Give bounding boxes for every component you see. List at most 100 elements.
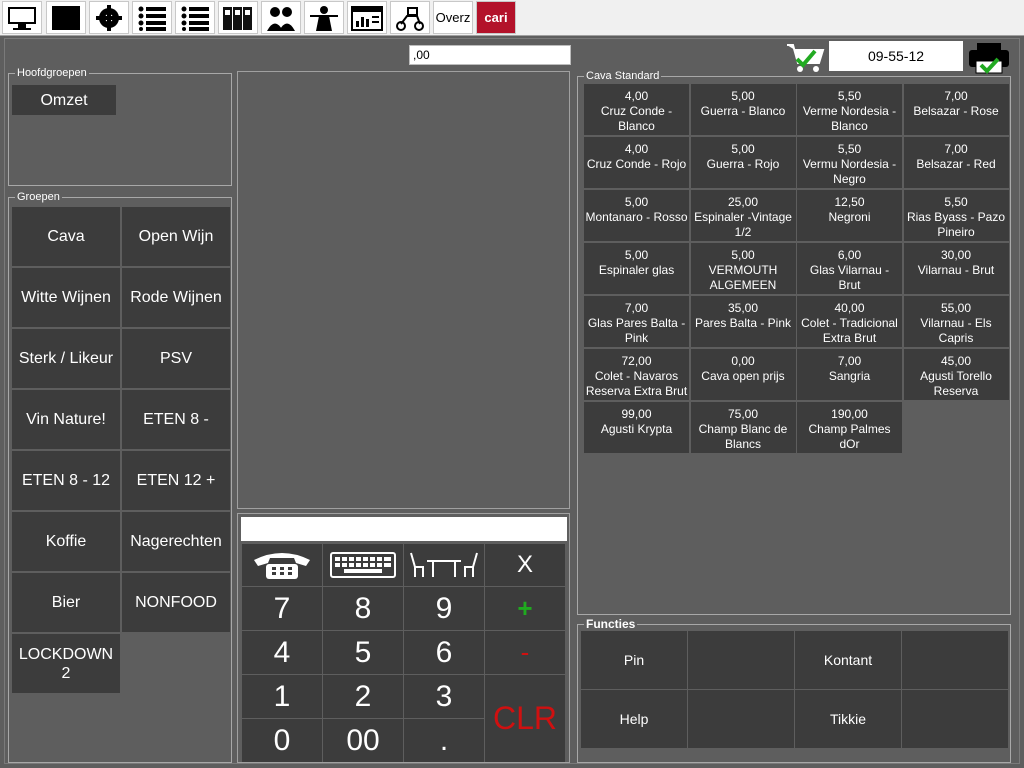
product-button[interactable]: 25,00 Espinaler -Vintage 1/2	[690, 190, 796, 241]
product-button[interactable]: 4,00 Cruz Conde - Rojo	[584, 137, 689, 188]
plus-button[interactable]: +	[485, 587, 565, 630]
product-button[interactable]: 35,00 Pares Balta - Pink	[690, 296, 796, 347]
group-lockdown-2[interactable]: LOCKDOWN 2	[12, 634, 120, 693]
product-name: VERMOUTH ALGEMEEN	[708, 263, 778, 292]
group-bier[interactable]: Bier	[12, 573, 120, 632]
function-empty-slot[interactable]	[902, 631, 1008, 689]
group-nagerechten[interactable]: Nagerechten	[122, 512, 230, 571]
brand-logo[interactable]: cari	[476, 1, 516, 34]
group-koffie[interactable]: Koffie	[12, 512, 120, 571]
key-1[interactable]: 1	[242, 675, 322, 718]
product-button[interactable]: 4,00 Cruz Conde - Blanco	[584, 84, 689, 135]
keyboard-icon[interactable]	[323, 544, 403, 586]
group-eten-12[interactable]: ETEN 12 +	[122, 451, 230, 510]
order-number: 09-55-12	[829, 41, 963, 71]
function-help-button[interactable]: Help	[581, 690, 687, 748]
list-alt-icon[interactable]	[175, 1, 215, 34]
group-rode-wijnen[interactable]: Rode Wijnen	[122, 268, 230, 327]
group-psv[interactable]: PSV	[122, 329, 230, 388]
group-nonfood[interactable]: NONFOOD	[122, 573, 230, 632]
group-open-wijn[interactable]: Open Wijn	[122, 207, 230, 266]
close-button[interactable]: X	[485, 544, 565, 586]
gear-icon[interactable]	[89, 1, 129, 34]
overz-button[interactable]: Overz	[433, 1, 473, 34]
list-icon[interactable]	[132, 1, 172, 34]
keypad-display[interactable]	[241, 517, 567, 541]
product-name: Rias Byass - Pazo Pineiro	[906, 210, 1006, 239]
product-button[interactable]: 5,00 Montanaro - Rosso	[584, 190, 689, 241]
printer-icon[interactable]	[967, 41, 1011, 75]
binders-icon[interactable]	[218, 1, 258, 34]
product-button[interactable]: 0,00 Cava open prijs	[690, 349, 796, 400]
group-sterk-likeur[interactable]: Sterk / Likeur	[12, 329, 120, 388]
group-vin-nature[interactable]: Vin Nature!	[12, 390, 120, 449]
product-name: Cava open prijs	[701, 369, 785, 383]
cart-icon[interactable]	[783, 41, 827, 75]
report-icon[interactable]	[347, 1, 387, 34]
products-panel: Cava Standard 4,00 Cruz Conde - Blanco 5,0…	[577, 69, 1011, 615]
function-empty-slot[interactable]	[688, 690, 794, 748]
product-button[interactable]: 5,50 Vermu Nordesia - Negro	[797, 137, 902, 188]
product-button[interactable]: 5,00 Guerra - Blanco	[690, 84, 796, 135]
key-9[interactable]: 9	[404, 587, 484, 630]
amount-field[interactable]: ,00	[409, 45, 571, 65]
hoofdgroep-omzet[interactable]: Omzet	[12, 85, 116, 115]
minus-button[interactable]: -	[485, 631, 565, 674]
key-6[interactable]: 6	[404, 631, 484, 674]
product-name: Verme Nordesia - Blanco	[802, 104, 897, 133]
key-0[interactable]: 0	[242, 719, 322, 762]
key-decimal[interactable]: .	[404, 719, 484, 762]
product-button[interactable]: 7,00 Belsazar - Red	[903, 137, 1009, 188]
waiter-icon[interactable]	[304, 1, 344, 34]
delivery-scooter-icon[interactable]	[390, 1, 430, 34]
staff-icon[interactable]	[261, 1, 301, 34]
function-empty-slot[interactable]	[688, 631, 794, 689]
function-kontant-button[interactable]: Kontant	[795, 631, 901, 689]
product-name: Guerra - Blanco	[700, 104, 786, 118]
key-3[interactable]: 3	[404, 675, 484, 718]
product-button[interactable]: 190,00 Champ Palmes dOr	[797, 402, 902, 453]
product-button[interactable]: 99,00 Agusti Krypta	[584, 402, 689, 453]
black-screen-icon[interactable]	[46, 1, 86, 34]
function-empty-slot[interactable]	[902, 690, 1008, 748]
product-button[interactable]: 5,50 Rias Byass - Pazo Pineiro	[903, 190, 1009, 241]
product-button[interactable]: 5,50 Verme Nordesia - Blanco	[797, 84, 902, 135]
key-7[interactable]: 7	[242, 587, 322, 630]
product-button[interactable]: 55,00 Vilarnau - Els Capris	[903, 296, 1009, 347]
function-tikkie-button[interactable]: Tikkie	[795, 690, 901, 748]
product-price: 5,50	[837, 142, 862, 156]
product-name: Vilarnau - Brut	[917, 263, 995, 277]
key-5[interactable]: 5	[323, 631, 403, 674]
monitor-icon[interactable]	[2, 1, 42, 34]
function-pin-button[interactable]: Pin	[581, 631, 687, 689]
product-price: 99,00	[621, 407, 652, 421]
key-8[interactable]: 8	[323, 587, 403, 630]
group-cava[interactable]: Cava	[12, 207, 120, 266]
product-button[interactable]: 5,00 Guerra - Rojo	[690, 137, 796, 188]
product-button[interactable]: 40,00 Colet - Tradicional Extra Brut	[797, 296, 902, 347]
product-button[interactable]: 30,00 Vilarnau - Brut	[903, 243, 1009, 294]
key-2[interactable]: 2	[323, 675, 403, 718]
product-button[interactable]: 45,00 Agusti Torello Reserva	[903, 349, 1009, 400]
group-eten-8-12[interactable]: ETEN 8 - 12	[12, 451, 120, 510]
product-button[interactable]: 5,00 Espinaler glas	[584, 243, 689, 294]
key-4[interactable]: 4	[242, 631, 322, 674]
product-button[interactable]: 7,00 Sangria	[797, 349, 902, 400]
clear-button[interactable]: CLR	[485, 675, 565, 762]
product-button[interactable]: 12,50 Negroni	[797, 190, 902, 241]
order-list[interactable]	[237, 71, 570, 509]
product-price: 7,00	[837, 354, 862, 368]
group-eten-8[interactable]: ETEN 8 -	[122, 390, 230, 449]
product-button[interactable]: 5,00 VERMOUTH ALGEMEEN	[690, 243, 796, 294]
key-00[interactable]: 00	[323, 719, 403, 762]
group-witte-wijnen[interactable]: Witte Wijnen	[12, 268, 120, 327]
telephone-icon[interactable]	[242, 544, 322, 586]
table-chairs-icon[interactable]	[404, 544, 484, 586]
product-button[interactable]: 75,00 Champ Blanc de Blancs	[690, 402, 796, 453]
product-button[interactable]: 7,00 Glas Pares Balta - Pink	[584, 296, 689, 347]
product-price: 5,50	[944, 195, 968, 209]
hoofdgroepen-legend: Hoofdgroepen	[15, 66, 89, 80]
product-button[interactable]: 6,00 Glas Vilarnau - Brut	[797, 243, 902, 294]
product-button[interactable]: 72,00 Colet - Navaros Reserva Extra Brut	[584, 349, 689, 400]
product-button[interactable]: 7,00 Belsazar - Rose	[903, 84, 1009, 135]
